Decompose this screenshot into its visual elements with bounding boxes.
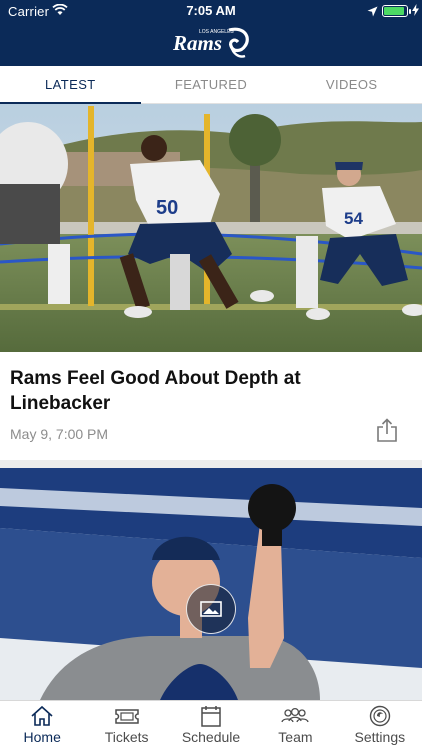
article-date: May 9, 7:00 PM <box>10 426 109 442</box>
tabbar-team[interactable]: Team <box>253 701 337 750</box>
card-divider <box>0 460 422 468</box>
tabbar-team-label: Team <box>278 729 313 745</box>
article-card[interactable]: 50 54 Rams Feel Good About Depth at Line… <box>0 104 422 460</box>
content-tabs: LATEST FEATURED VIDEOS <box>0 66 422 104</box>
location-arrow-icon <box>367 5 378 20</box>
jersey-number: 54 <box>344 209 363 228</box>
article-body[interactable]: Rams Feel Good About Depth at Linebacker… <box>0 352 422 460</box>
charging-bolt-icon <box>412 4 419 19</box>
bottom-tab-bar: Home Tickets Schedule Team Settings <box>0 700 422 750</box>
tabbar-tickets-label: Tickets <box>104 729 149 745</box>
tabbar-tickets[interactable]: Tickets <box>84 701 168 750</box>
home-icon <box>31 705 53 726</box>
article-headline[interactable]: Rams Feel Good About Depth at Linebacker <box>10 366 310 416</box>
tabbar-settings[interactable]: Settings <box>338 701 422 750</box>
tabbar-settings-label: Settings <box>354 729 406 745</box>
tab-featured[interactable]: FEATURED <box>141 66 282 103</box>
gallery-card[interactable] <box>0 468 422 700</box>
tab-videos[interactable]: VIDEOS <box>281 66 422 103</box>
rams-logo-icon: Rams LOS ANGELES <box>172 27 249 58</box>
logo-subtext: LOS ANGELES <box>199 29 234 35</box>
tabbar-home-label: Home <box>23 729 61 745</box>
ticket-icon <box>114 709 139 724</box>
app-screen: Carrier 7:05 AM Rams LOS ANGELES LATEST … <box>0 0 422 750</box>
tabbar-schedule[interactable]: Schedule <box>169 701 253 750</box>
team-icon <box>281 707 310 723</box>
tabbar-home[interactable]: Home <box>0 701 84 750</box>
article-photo[interactable]: 50 54 <box>0 104 422 352</box>
team-logo[interactable]: Rams LOS ANGELES <box>0 24 422 62</box>
settings-icon <box>369 705 391 727</box>
share-icon[interactable] <box>376 418 398 447</box>
battery-icon <box>382 5 408 17</box>
calendar-icon <box>201 706 221 727</box>
tabbar-schedule-label: Schedule <box>181 729 241 745</box>
jersey-number: 50 <box>156 197 178 219</box>
photo-gallery-icon[interactable] <box>186 584 236 634</box>
status-bar: Carrier 7:05 AM <box>0 0 422 22</box>
top-bar: Carrier 7:05 AM Rams LOS ANGELES <box>0 0 422 66</box>
tab-latest[interactable]: LATEST <box>0 66 141 104</box>
news-feed[interactable]: 50 54 Rams Feel Good About Depth at Line… <box>0 104 422 700</box>
status-time: 7:05 AM <box>186 3 236 18</box>
